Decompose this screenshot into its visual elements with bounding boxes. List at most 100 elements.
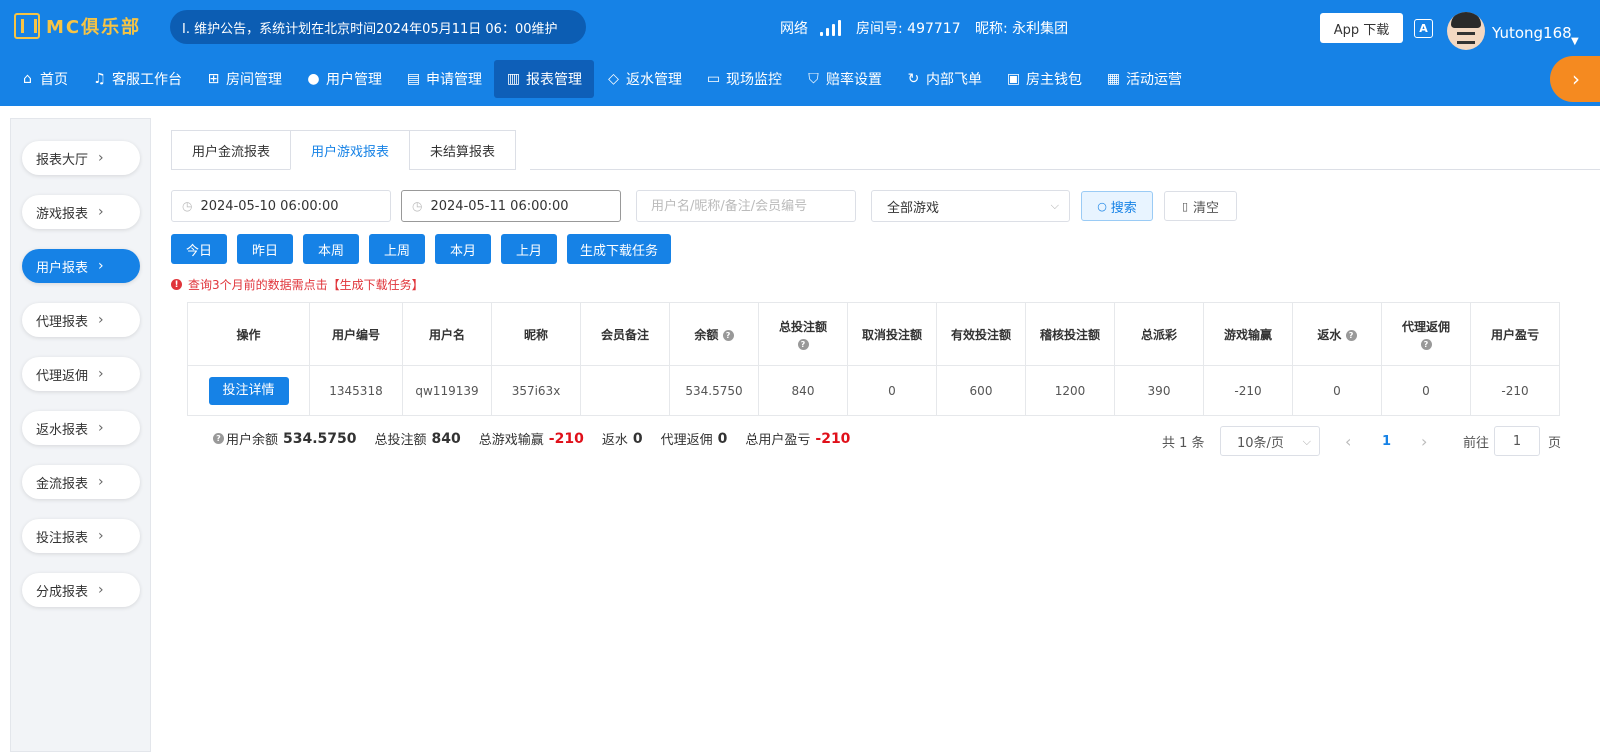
quick-this-month-button[interactable]: 本月	[435, 234, 491, 264]
chevron-right-icon: ›	[98, 258, 104, 274]
quick-today-button[interactable]: 今日	[171, 234, 227, 264]
game-select[interactable]: 全部游戏 ⌵	[871, 190, 1070, 222]
quick-this-week-button[interactable]: 本周	[303, 234, 359, 264]
page-suffix: 页	[1548, 435, 1562, 451]
quick-yesterday-button[interactable]: 昨日	[237, 234, 293, 264]
nav-item-rooms[interactable]: ⊞ 房间管理	[194, 60, 294, 98]
nav-item-events[interactable]: ▦ 活动运营	[1094, 60, 1194, 98]
bet-detail-button[interactable]: 投注详情	[208, 376, 289, 405]
nav-item-home[interactable]: ⌂ 首页	[8, 60, 80, 98]
column-header: 会员备注	[580, 302, 670, 366]
sidebar-item-agent-report[interactable]: 代理报表 ›	[22, 303, 140, 337]
nav-expand-button[interactable]: ›	[1550, 56, 1600, 102]
nav-item-monitor[interactable]: ▭ 现场监控	[694, 60, 794, 98]
help-icon[interactable]: ?	[722, 329, 734, 341]
column-header: 取消投注额	[847, 302, 937, 366]
start-time-picker[interactable]: ◷ 2024-05-10 06:00:00	[171, 190, 391, 222]
page-number-current[interactable]: 1	[1382, 426, 1391, 456]
sidebar-item-label: 代理报表	[36, 314, 89, 330]
tab-user-cashflow[interactable]: 用户金流报表	[171, 130, 292, 170]
page-size-select[interactable]: 10条/页 ⌵	[1220, 426, 1320, 456]
sidebar-item-rebate-report[interactable]: 返水报表 ›	[22, 411, 140, 445]
quick-last-month-button[interactable]: 上月	[501, 234, 557, 264]
chevron-right-icon: ›	[98, 312, 104, 328]
maintenance-notice[interactable]: Ⅰ. 维护公告，系统计划在北京时间2024年05月11日 06：00维护	[170, 10, 586, 44]
help-icon[interactable]: ?	[213, 433, 224, 444]
summary-value: 534.5750	[283, 430, 357, 447]
report-tabs: 用户金流报表 用户游戏报表 未结算报表	[171, 130, 517, 170]
main-nav: ⌂ 首页 ♫ 客服工作台 ⊞ 房间管理 ● 用户管理 ▤ 申请管理 ▥ 报表管理 ◇ 返水管理…	[0, 52, 1600, 106]
user-search-input[interactable]	[637, 198, 855, 214]
help-icon[interactable]: ?	[797, 339, 809, 350]
summary-rebate: 返水 0	[602, 429, 643, 449]
next-page-icon[interactable]: ›	[1421, 426, 1427, 456]
sidebar-item-user-report[interactable]: 用户报表 ›	[22, 249, 140, 283]
notice-text: Ⅰ. 维护公告，系统计划在北京时间2024年05月11日 06：00维护	[182, 21, 558, 37]
nav-item-internal-orders[interactable]: ↻ 内部飞单	[894, 60, 994, 98]
summary-value: -210	[548, 430, 584, 447]
table-row: 投注详情 1345318 qw119139 357i63x 534.5750 8…	[187, 365, 1560, 416]
warning-text: 查询3个月前的数据需点击【生成下载任务】	[188, 278, 424, 292]
generate-download-button[interactable]: 生成下载任务	[567, 234, 671, 264]
column-header-rebate: 返水 ?	[1292, 302, 1382, 366]
sidebar-item-label: 分成报表	[36, 584, 89, 600]
summary-balance: ? 用户余额 534.5750	[213, 429, 357, 448]
username-cell: qw119139	[402, 365, 492, 416]
summary-label: 总投注额	[374, 433, 427, 448]
sidebar-item-cashflow-report[interactable]: 金流报表 ›	[22, 465, 140, 499]
tab-unsettled[interactable]: 未结算报表	[409, 130, 517, 170]
logo-text: MC俱乐部	[46, 17, 142, 38]
sidebar-item-label: 代理返佣	[36, 368, 89, 384]
sidebar-item-game-report[interactable]: 游戏报表 ›	[22, 195, 140, 229]
logo[interactable]: MC俱乐部	[14, 12, 141, 40]
nav-label: 现场监控	[726, 72, 782, 88]
end-time-picker[interactable]: ◷ 2024-05-11 06:00:00	[401, 190, 621, 222]
sidebar-item-bet-report[interactable]: 投注报表 ›	[22, 519, 140, 553]
tag-icon: ◇	[608, 71, 619, 87]
clear-button[interactable]: ▯ 清空	[1164, 191, 1237, 221]
nav-item-reports[interactable]: ▥ 报表管理	[494, 60, 594, 98]
sidebar-item-share-report[interactable]: 分成报表 ›	[22, 573, 140, 607]
nav-item-applications[interactable]: ▤ 申请管理	[394, 60, 494, 98]
alert-icon: !	[171, 279, 182, 290]
user-search-field[interactable]	[636, 190, 856, 222]
nav-label: 客服工作台	[112, 72, 182, 88]
avatar[interactable]	[1447, 12, 1485, 50]
search-icon: ○	[1097, 199, 1107, 213]
end-time-value: 2024-05-11 06:00:00	[430, 198, 569, 214]
user-menu-caret-icon[interactable]: ▼	[1571, 36, 1579, 47]
wallet-icon: ▣	[1006, 71, 1021, 87]
column-header: 有效投注额	[936, 302, 1026, 366]
prev-page-icon[interactable]: ‹	[1345, 426, 1351, 456]
goto-page-input[interactable]: 1	[1494, 426, 1540, 456]
nav-item-wallet[interactable]: ▣ 房主钱包	[994, 60, 1094, 98]
nav-item-rebate[interactable]: ◇ 返水管理	[594, 60, 694, 98]
nav-label: 申请管理	[426, 72, 482, 88]
query-warning: ! 查询3个月前的数据需点击【生成下载任务】	[171, 276, 424, 293]
network-status: 网络	[780, 18, 841, 38]
column-header: 昵称	[491, 302, 581, 366]
nav-label: 内部飞单	[926, 72, 982, 88]
username[interactable]: Yutong168	[1492, 24, 1572, 42]
nav-item-odds[interactable]: ⛉ 赔率设置	[794, 60, 894, 98]
app-download-button[interactable]: App 下载	[1320, 13, 1403, 43]
column-header: 操作	[187, 302, 310, 366]
summary-value: 0	[717, 430, 728, 447]
tab-user-game[interactable]: 用户游戏报表	[290, 130, 411, 170]
chevron-right-icon: ›	[98, 204, 104, 220]
help-icon[interactable]: ?	[1345, 329, 1357, 341]
quick-last-week-button[interactable]: 上周	[369, 234, 425, 264]
help-icon[interactable]: ?	[1420, 339, 1432, 350]
nav-item-users[interactable]: ● 用户管理	[294, 60, 394, 98]
sidebar-item-report-hall[interactable]: 报表大厅 ›	[22, 141, 140, 175]
nav-label: 房间管理	[226, 72, 282, 88]
user-icon: ●	[307, 71, 320, 87]
balance-cell: 534.5750	[669, 365, 759, 416]
sidebar-item-agent-commission[interactable]: 代理返佣 ›	[22, 357, 140, 391]
audit-bet-cell: 1200	[1025, 365, 1115, 416]
pagination-total: 共 1 条	[1162, 435, 1205, 451]
nav-item-service[interactable]: ♫ 客服工作台	[80, 60, 194, 98]
language-icon[interactable]: A	[1414, 19, 1433, 38]
search-button[interactable]: ○ 搜索	[1081, 191, 1153, 221]
chevron-down-icon: ⌵	[1050, 199, 1059, 212]
